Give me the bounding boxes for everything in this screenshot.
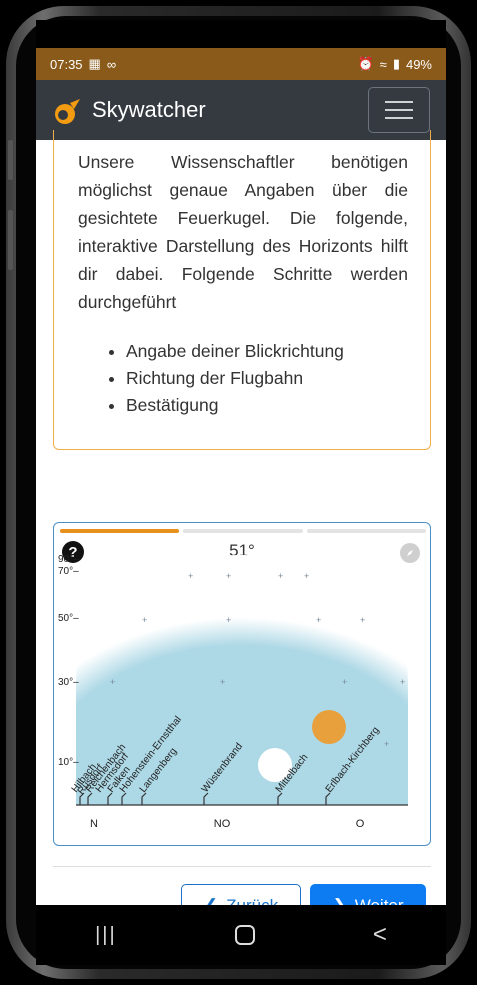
next-button[interactable]: ❯ Weiter	[310, 884, 426, 905]
direction-label: O	[356, 818, 365, 830]
sun-marker[interactable]	[312, 710, 346, 744]
system-back-button[interactable]: <	[373, 921, 387, 949]
image-icon: ▦	[88, 56, 101, 71]
divider	[53, 866, 431, 867]
bezel-top	[36, 20, 446, 50]
elevation-label: 90°–	[58, 554, 79, 565]
progress-step	[306, 529, 426, 533]
wifi-icon: ≈	[379, 56, 387, 72]
system-navbar: ||| <	[36, 905, 446, 965]
steps-list: Angabe deiner Blickrichtung Richtung der…	[78, 338, 408, 419]
back-label: Zurück	[226, 896, 278, 905]
app-brand[interactable]: Skywatcher	[92, 97, 206, 123]
grid-mark: +	[110, 677, 115, 687]
recents-button[interactable]: |||	[95, 924, 117, 947]
direction-label: N	[90, 818, 98, 830]
next-label: Weiter	[355, 896, 404, 905]
elevation-label: 10°–	[58, 757, 79, 768]
time: 07:35	[50, 56, 83, 72]
direction-label: NO	[214, 818, 231, 830]
back-button[interactable]: ❮ Zurück	[181, 884, 301, 905]
grid-mark: +	[304, 571, 309, 581]
grid-mark: +	[316, 615, 321, 625]
grid-mark: +	[188, 571, 193, 581]
menu-toggle-button[interactable]	[368, 87, 430, 133]
progress-bar	[60, 529, 426, 533]
grid-mark: +	[226, 615, 231, 625]
grid-mark: +	[360, 615, 365, 625]
grid-mark: +	[400, 677, 405, 687]
step-item: Bestätigung	[126, 392, 408, 419]
info-text: Unsere Wissenschaftler benötigen möglich…	[78, 152, 408, 312]
elevation-label: 50°–	[58, 613, 79, 624]
status-bar: 07:35 ▦ ∞ ⏰ ≈ ▮ 49%	[36, 48, 446, 80]
grid-mark: +	[384, 739, 389, 749]
grid-mark: +	[220, 677, 225, 687]
volume-button	[8, 210, 13, 270]
horizon-card: 51° ? + + + + + + + + + + + + + 90°– 70°…	[53, 522, 431, 846]
link-icon: ∞	[106, 56, 117, 72]
volume-button	[8, 140, 13, 180]
chevron-right-icon: ❯	[332, 896, 346, 905]
chevron-left-icon: ❮	[204, 896, 218, 905]
elevation-label: 70°–	[58, 566, 79, 577]
grid-mark: +	[226, 571, 231, 581]
step-item: Richtung der Flugbahn	[126, 365, 408, 392]
meteor-logo-icon[interactable]	[52, 97, 80, 124]
horizon-canvas[interactable]: + + + + + + + + + + + + + 90°– 70°– 50°– 30°– …	[54, 535, 430, 846]
grid-mark: +	[278, 571, 283, 581]
grid-mark: +	[142, 615, 147, 625]
grid-mark: +	[342, 677, 347, 687]
battery-text: 49%	[405, 56, 432, 72]
home-icon[interactable]	[234, 925, 255, 945]
info-card: Unsere Wissenschaftler benötigen möglich…	[53, 130, 431, 450]
progress-step	[183, 529, 303, 533]
screen: 07:35 ▦ ∞ ⏰ ≈ ▮ 49% Skywatcher Unsere Wi…	[36, 48, 446, 905]
step-item: Angabe deiner Blickrichtung	[126, 338, 408, 365]
hamburger-icon	[385, 101, 413, 103]
main-content: Unsere Wissenschaftler benötigen möglich…	[36, 130, 446, 905]
alarm-icon: ⏰	[357, 56, 374, 71]
signal-icon: ▮	[392, 56, 400, 71]
progress-step	[60, 529, 180, 533]
elevation-label: 30°–	[58, 677, 79, 688]
